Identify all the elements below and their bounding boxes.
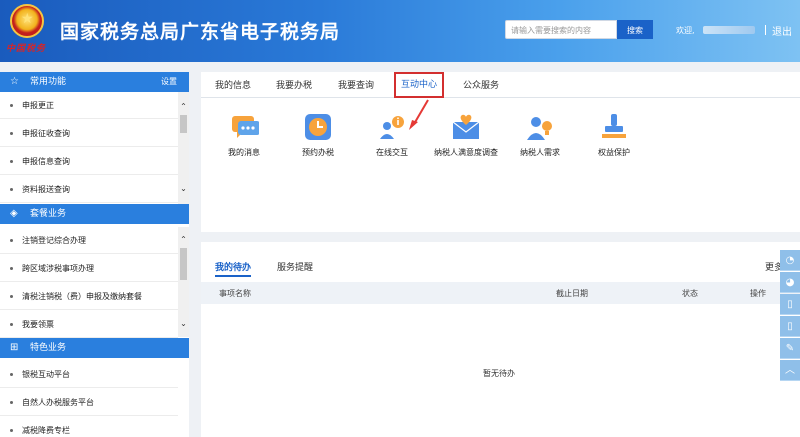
edit-icon[interactable]: ✎: [780, 338, 800, 359]
search-input[interactable]: 请输入需要搜索的内容: [505, 20, 617, 39]
tab-interaction-center[interactable]: 互动中心: [394, 72, 444, 98]
mobile-icon[interactable]: ▯: [780, 316, 800, 337]
section-title: 特色业务: [30, 343, 67, 353]
scroll-up-icon[interactable]: ⌃: [178, 102, 189, 112]
column-action: 操作: [750, 289, 766, 298]
chevron-up-icon[interactable]: ︿: [780, 360, 800, 381]
active-tab-underline: [215, 275, 251, 277]
envelope-heart-icon: [451, 112, 481, 142]
stamp-icon: [599, 112, 629, 142]
message-bubble-icon: [229, 112, 260, 142]
section-title: 套餐业务: [30, 209, 67, 219]
username-redacted: [703, 26, 755, 34]
header-divider: [765, 25, 766, 35]
empty-state-text: 暂无待办: [483, 369, 515, 378]
sidebar-item-docs-query[interactable]: 资料报送查询: [0, 176, 178, 203]
sidebar-item-deregistration[interactable]: 注销登记综合办理: [0, 227, 178, 254]
search-button[interactable]: 搜索: [617, 20, 653, 39]
emblem-caption: 中国税务: [6, 44, 47, 54]
tab-service-reminder[interactable]: 服务提醒: [277, 260, 313, 273]
weibo-icon[interactable]: ◕: [780, 272, 800, 293]
feature-label: 权益保护: [598, 148, 630, 157]
sidebar-item-declare-query[interactable]: 申报征收查询: [0, 120, 178, 147]
column-deadline: 截止日期: [556, 289, 588, 298]
annotation-arrow-icon: [409, 99, 429, 130]
section-common-functions[interactable]: ☆ 常用功能 设置: [0, 72, 189, 92]
welcome-text: 欢迎,: [676, 26, 695, 35]
feature-label: 在线交互: [376, 148, 408, 157]
sidebar-item-individual-platform[interactable]: 自然人办税服务平台: [0, 389, 178, 416]
grid-icon: ⊞: [10, 342, 19, 353]
feature-label: 我的消息: [228, 148, 260, 157]
tab-query[interactable]: 我要查询: [338, 78, 374, 91]
user-bulb-icon: [525, 112, 555, 142]
feature-label: 纳税人需求: [520, 148, 560, 157]
todo-panel: 我的待办 服务提醒 更多 事项名称 截止日期 状态 操作 暂无待办: [201, 242, 800, 437]
scroll-thumb[interactable]: [180, 115, 187, 133]
feature-my-messages[interactable]: 我的消息: [211, 112, 277, 158]
main-tabbar: 我的信息 我要办税 我要查询 互动中心 公众服务: [201, 72, 800, 98]
tab-public-service[interactable]: 公众服务: [463, 78, 499, 91]
sidebar-item-tax-reduction[interactable]: 减税降费专栏: [0, 417, 178, 437]
mobile-icon[interactable]: ▯: [780, 294, 800, 315]
interaction-panel: 我的信息 我要办税 我要查询 互动中心 公众服务 我的消息 预约办税 在线交互 …: [201, 72, 800, 232]
tab-my-info[interactable]: 我的信息: [215, 78, 251, 91]
feature-label: 预约办税: [302, 148, 334, 157]
todo-table-header: 事项名称 截止日期 状态 操作: [201, 282, 800, 304]
column-status: 状态: [682, 289, 698, 298]
sidebar-item-tax-clearance[interactable]: 清税注销税（费）申报及缴纳套餐: [0, 283, 178, 310]
logout-link[interactable]: 退出: [772, 23, 792, 38]
clock-icon: [303, 112, 333, 142]
sidebar-item-declare-correction[interactable]: 申报更正: [0, 92, 178, 119]
feature-taxpayer-needs[interactable]: 纳税人需求: [507, 112, 573, 158]
weibo-icon[interactable]: ◔: [780, 250, 800, 271]
feature-label: 纳税人满意度调查: [434, 148, 498, 157]
sidebar: ☆ 常用功能 设置 申报更正 申报征收查询 申报信息查询 资料报送查询 ⌃ ⌄ …: [0, 72, 189, 437]
feature-appointment[interactable]: 预约办税: [285, 112, 351, 158]
tab-tax-handling[interactable]: 我要办税: [276, 78, 312, 91]
sidebar-item-cross-region[interactable]: 跨区域涉税事项办理: [0, 255, 178, 282]
settings-link[interactable]: 设置: [161, 72, 177, 92]
section-package-services[interactable]: ◈ 套餐业务: [0, 204, 189, 224]
layers-icon: ◈: [10, 208, 18, 219]
feature-rights-protection[interactable]: 权益保护: [581, 112, 647, 158]
sidebar-item-bank-tax[interactable]: 银税互动平台: [0, 361, 178, 388]
scroll-down-icon[interactable]: ⌄: [178, 319, 189, 329]
site-header: ★ 中国税务 国家税务总局广东省电子税务局 请输入需要搜索的内容 搜索 欢迎, …: [0, 0, 800, 62]
section-featured-services[interactable]: ⊞ 特色业务: [0, 338, 189, 358]
tax-emblem-icon: ★: [10, 4, 44, 38]
sidebar-item-get-invoice[interactable]: 我要领票: [0, 311, 178, 338]
star-icon: ☆: [10, 76, 19, 87]
tab-my-todo[interactable]: 我的待办: [215, 260, 251, 273]
section-title: 常用功能: [30, 77, 67, 87]
sidebar-item-declare-info[interactable]: 申报信息查询: [0, 148, 178, 175]
site-title: 国家税务总局广东省电子税务局: [60, 21, 341, 43]
scroll-down-icon[interactable]: ⌄: [178, 184, 189, 194]
scroll-thumb[interactable]: [180, 248, 187, 280]
feature-satisfaction-survey[interactable]: 纳税人满意度调查: [433, 112, 499, 158]
scroll-up-icon[interactable]: ⌃: [178, 235, 189, 245]
user-info-icon: [377, 112, 407, 142]
column-item-name: 事项名称: [219, 289, 251, 298]
